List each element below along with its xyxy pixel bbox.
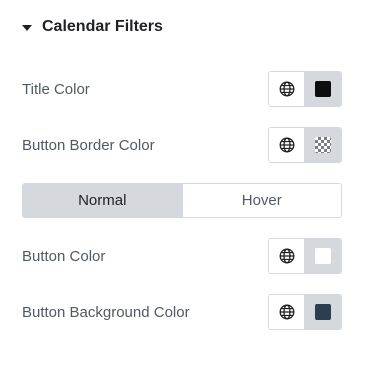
button-border-color-swatch-button[interactable] xyxy=(305,128,341,162)
button-background-color-picker xyxy=(268,294,342,330)
button-border-color-label: Button Border Color xyxy=(22,136,155,154)
globe-icon xyxy=(279,137,294,153)
title-color-picker xyxy=(268,71,342,107)
button-border-color-swatch xyxy=(315,137,331,153)
button-background-color-swatch xyxy=(315,304,331,320)
global-colors-button[interactable] xyxy=(269,72,305,106)
globe-icon xyxy=(279,81,294,97)
title-color-label: Title Color xyxy=(22,80,90,98)
tab-normal[interactable]: Normal xyxy=(23,184,183,217)
tab-hover[interactable]: Hover xyxy=(182,184,341,217)
title-color-swatch xyxy=(315,81,331,97)
global-colors-button[interactable] xyxy=(269,128,305,162)
button-border-color-control: Button Border Color xyxy=(22,127,342,163)
global-colors-button[interactable] xyxy=(269,239,305,273)
globe-icon xyxy=(279,304,294,320)
button-color-swatch xyxy=(315,248,331,264)
button-border-color-picker xyxy=(268,127,342,163)
caret-down-icon xyxy=(22,24,32,31)
button-color-label: Button Color xyxy=(22,247,106,265)
section-header-calendar-filters[interactable]: Calendar Filters xyxy=(22,16,163,38)
button-color-swatch-button[interactable] xyxy=(305,239,341,273)
button-background-color-control: Button Background Color xyxy=(22,294,342,330)
section-title: Calendar Filters xyxy=(42,18,163,35)
state-tabs: Normal Hover xyxy=(22,183,342,218)
button-background-color-label: Button Background Color xyxy=(22,303,190,321)
button-color-picker xyxy=(268,238,342,274)
title-color-control: Title Color xyxy=(22,71,342,107)
button-color-control: Button Color xyxy=(22,238,342,274)
button-background-color-swatch-button[interactable] xyxy=(305,295,341,329)
globe-icon xyxy=(279,248,294,264)
global-colors-button[interactable] xyxy=(269,295,305,329)
title-color-swatch-button[interactable] xyxy=(305,72,341,106)
